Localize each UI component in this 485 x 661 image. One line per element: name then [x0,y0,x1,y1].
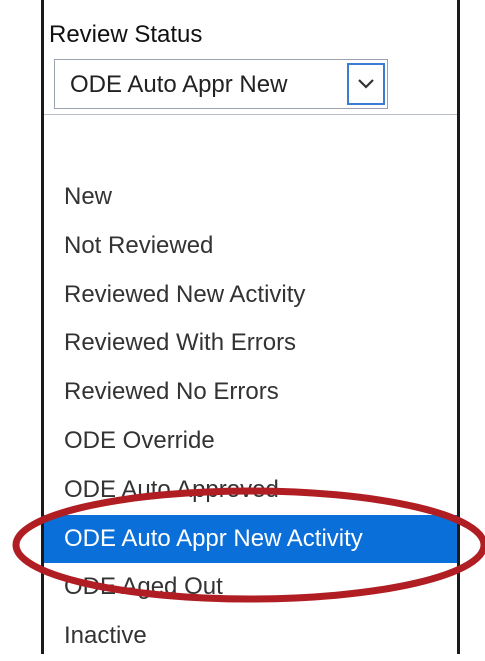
review-status-options-list: New Not Reviewed Reviewed New Activity R… [44,173,457,661]
option-not-reviewed[interactable]: Not Reviewed [44,222,457,271]
review-status-panel: Review Status ODE Auto Appr New New Not … [41,0,460,654]
option-reviewed-no-errors[interactable]: Reviewed No Errors [44,368,457,417]
review-status-select[interactable]: ODE Auto Appr New [54,59,388,109]
option-ode-auto-appr-new-activity[interactable]: ODE Auto Appr New Activity [44,514,457,564]
option-new[interactable]: New [44,173,457,222]
select-current-value: ODE Auto Appr New [70,71,288,98]
option-reviewed-new-activity[interactable]: Reviewed New Activity [44,271,457,320]
option-ode-aged-out[interactable]: ODE Aged Out [44,563,457,612]
review-status-label: Review Status [49,21,203,48]
chevron-down-icon [358,79,374,89]
option-ode-auto-approved[interactable]: ODE Auto Approved [44,466,457,515]
option-reviewed-with-errors[interactable]: Reviewed With Errors [44,319,457,368]
dropdown-list-divider [44,114,457,115]
option-ode-override[interactable]: ODE Override [44,417,457,466]
dropdown-toggle-button[interactable] [347,63,385,105]
